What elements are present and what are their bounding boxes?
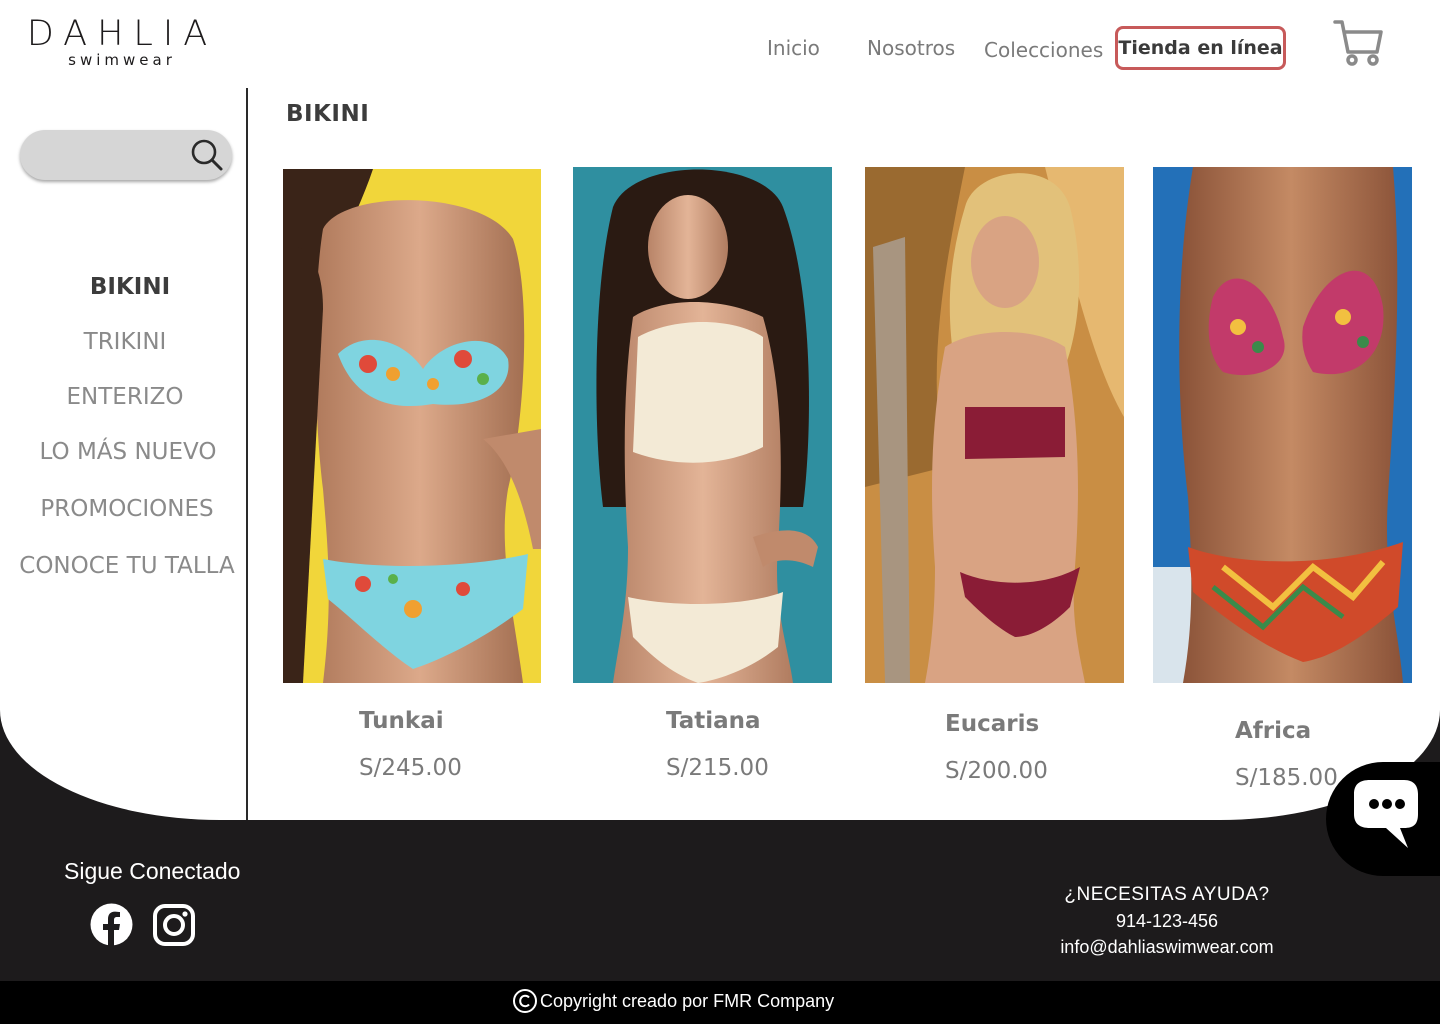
help-email[interactable]: info@dahliaswimwear.com xyxy=(1040,937,1294,958)
cart-icon[interactable] xyxy=(1333,18,1385,70)
nav-inicio[interactable]: Inicio xyxy=(767,36,820,60)
copyright: Copyright creado por FMR Company xyxy=(512,988,834,1014)
facebook-icon[interactable] xyxy=(90,903,133,946)
copyright-icon xyxy=(513,989,537,1013)
product-price: S/185.00 xyxy=(1235,765,1338,791)
help-title: ¿NECESITAS AYUDA? xyxy=(1064,884,1270,905)
instagram-icon[interactable] xyxy=(152,903,196,947)
main-nav: Inicio Nosotros Colecciones Tienda en lí… xyxy=(0,26,1440,70)
help-section: ¿NECESITAS AYUDA? 914-123-456 info@dahli… xyxy=(1040,884,1294,958)
product-image[interactable] xyxy=(283,169,541,683)
nav-colecciones[interactable]: Colecciones xyxy=(984,38,1103,62)
chat-icon xyxy=(1354,780,1418,848)
product-name[interactable]: Eucaris xyxy=(945,711,1039,737)
sidebar-item-lo-mas-nuevo[interactable]: LO MÁS NUEVO xyxy=(3,439,253,465)
follow-title: Sigue Conectado xyxy=(64,858,241,884)
product-name[interactable]: Tatiana xyxy=(666,708,761,734)
product-image[interactable] xyxy=(865,167,1124,683)
nav-nosotros[interactable]: Nosotros xyxy=(867,36,955,60)
sidebar-item-enterizo[interactable]: ENTERIZO xyxy=(0,384,250,410)
product-image[interactable] xyxy=(573,167,832,683)
product-price: S/200.00 xyxy=(945,758,1048,784)
sidebar-item-conoce-tu-talla[interactable]: CONOCE TU TALLA xyxy=(2,553,252,579)
sidebar-item-bikini[interactable]: BIKINI xyxy=(5,274,255,300)
section-title: BIKINI xyxy=(286,101,370,127)
sidebar-item-promociones[interactable]: PROMOCIONES xyxy=(2,496,252,522)
product-name[interactable]: Tunkai xyxy=(359,708,444,734)
product-price: S/245.00 xyxy=(359,755,462,781)
product-name[interactable]: Africa xyxy=(1235,718,1311,744)
chat-button[interactable] xyxy=(1326,762,1440,876)
help-phone[interactable]: 914-123-456 xyxy=(1040,911,1294,932)
product-price: S/215.00 xyxy=(666,755,769,781)
copyright-text: Copyright creado por FMR Company xyxy=(540,990,835,1011)
sidebar-item-trikini[interactable]: TRIKINI xyxy=(0,329,250,355)
nav-tienda-en-linea[interactable]: Tienda en línea xyxy=(1115,26,1286,70)
search-icon[interactable] xyxy=(190,138,224,172)
product-image[interactable] xyxy=(1153,167,1412,683)
